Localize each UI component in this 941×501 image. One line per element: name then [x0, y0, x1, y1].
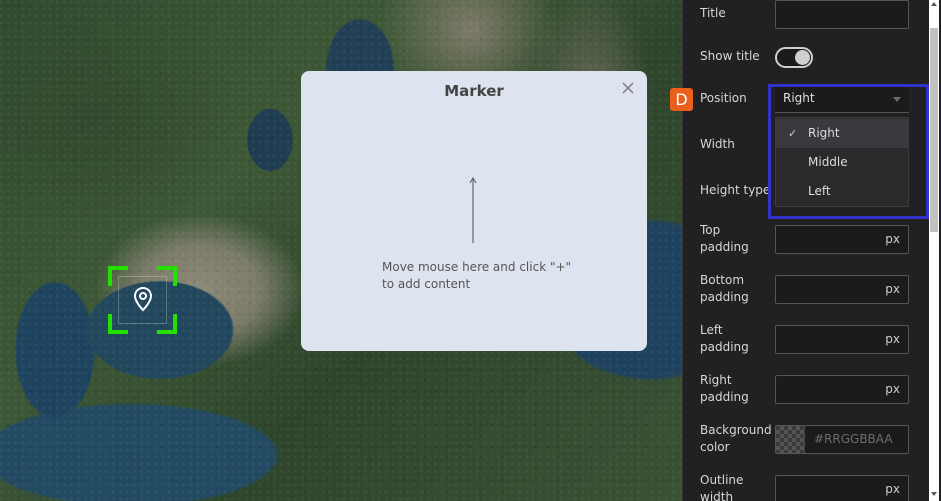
- unit-label: px: [885, 482, 900, 496]
- close-icon[interactable]: [621, 81, 635, 95]
- map-pin-icon[interactable]: [132, 286, 154, 312]
- annotation-highlight-box: [768, 84, 929, 219]
- outline-width-input[interactable]: px: [775, 475, 909, 501]
- position-label: Position: [700, 91, 747, 105]
- marker-outline: [118, 276, 167, 324]
- color-placeholder: #RRGGBBAA: [814, 432, 893, 446]
- unit-label: px: [885, 282, 900, 296]
- title-label: Title: [700, 6, 726, 20]
- panel-scrollbar[interactable]: [929, 0, 939, 501]
- scroll-down-icon[interactable]: [931, 492, 937, 496]
- show-title-toggle[interactable]: [775, 47, 813, 68]
- marker-selection[interactable]: [108, 266, 177, 334]
- selection-corner: [157, 266, 177, 286]
- selection-corner: [108, 314, 128, 334]
- top-padding-label: Top padding: [700, 223, 749, 254]
- bottom-padding-input[interactable]: px: [775, 275, 909, 304]
- unit-label: px: [885, 232, 900, 246]
- selection-corner: [157, 314, 177, 334]
- scroll-up-icon[interactable]: [931, 2, 937, 6]
- toggle-knob: [795, 50, 810, 65]
- left-padding-input[interactable]: px: [775, 325, 909, 354]
- arrow-up-icon: [469, 177, 477, 243]
- unit-label: px: [885, 382, 900, 396]
- top-padding-input[interactable]: px: [775, 225, 909, 254]
- popup-title: Marker: [444, 82, 504, 100]
- background-color-label: Background color: [700, 423, 772, 454]
- add-content-hint[interactable]: Move mouse here and click "+" to add con…: [382, 259, 582, 293]
- show-title-label: Show title: [700, 49, 760, 63]
- properties-panel: Title Show title Position Right ✓ Right …: [682, 0, 941, 501]
- background-color-input[interactable]: #RRGGBBAA: [775, 425, 909, 454]
- color-swatch[interactable]: [776, 426, 805, 453]
- selection-corner: [108, 266, 128, 286]
- title-input[interactable]: [775, 0, 909, 29]
- right-padding-input[interactable]: px: [775, 375, 909, 404]
- bottom-padding-label: Bottom padding: [700, 273, 749, 304]
- width-label: Width: [700, 137, 735, 151]
- left-padding-label: Left padding: [700, 323, 749, 354]
- right-padding-label: Right padding: [700, 373, 749, 404]
- unit-label: px: [885, 332, 900, 346]
- scrollbar-thumb[interactable]: [930, 28, 938, 232]
- height-type-label: Height type: [700, 183, 771, 197]
- annotation-badge: D: [670, 88, 693, 111]
- marker-popup: Marker Move mouse here and click "+" to …: [301, 71, 647, 351]
- outline-width-label: Outline width: [700, 473, 744, 501]
